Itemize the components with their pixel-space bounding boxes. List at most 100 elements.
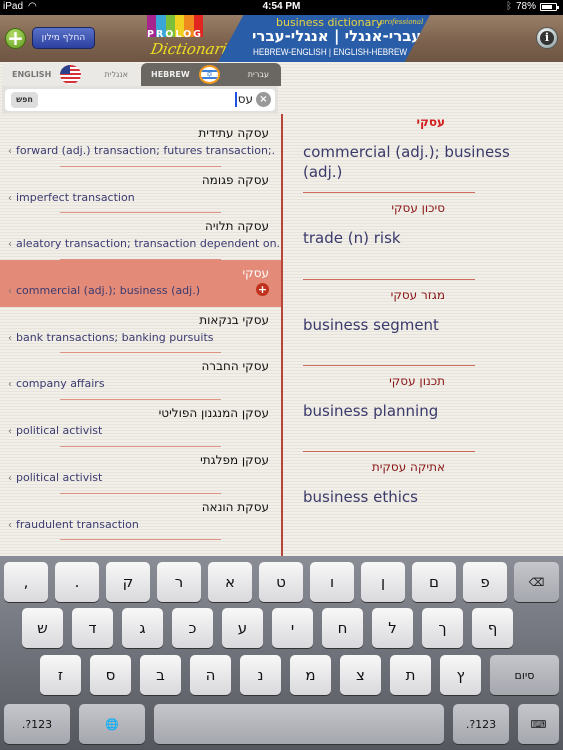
key[interactable]: ק — [106, 562, 150, 602]
logo-prolog-text: PROLOG — [147, 29, 203, 40]
key[interactable]: ג — [122, 608, 163, 648]
result-row[interactable]: עסקה עתידית ‹ forward (adj.) transaction; … — [0, 120, 281, 167]
info-button[interactable]: i — [536, 27, 558, 49]
result-row[interactable]: עסקי ‹ commercial (adj.); business (adj.) + — [0, 260, 281, 307]
key[interactable]: ו — [310, 562, 354, 602]
key[interactable]: ת — [390, 655, 431, 695]
key[interactable]: נ — [240, 655, 281, 695]
result-hebrew: עסקה פגומה — [201, 172, 269, 187]
chevron-left-icon: ‹ — [8, 239, 12, 251]
key[interactable]: ט — [259, 562, 303, 602]
key[interactable]: פ — [463, 562, 507, 602]
result-hebrew: עסקה תלויה — [205, 219, 269, 234]
banner-hebrew-title: עברי-אנגלי | אנגלי-עברי — [252, 27, 422, 45]
switch-dictionary-button[interactable]: החלף מילון — [32, 27, 95, 49]
result-row[interactable]: עסקת הונאה ‹ fraudulent transaction — [0, 494, 281, 541]
banner-english-title: HEBREW-ENGLISH | ENGLISH-HEBREW — [253, 47, 408, 57]
key[interactable]: ר — [157, 562, 201, 602]
detail-entry: אתיקה עסקית business ethics — [285, 452, 563, 538]
result-hebrew: עסקת הונאה — [201, 499, 269, 514]
result-row[interactable]: עסקן המנגנון הפוליטי ‹ political activist — [0, 400, 281, 447]
key[interactable]: א — [208, 562, 252, 602]
app-header: + החלף מילון PROLOG Dictionaries busines… — [0, 15, 563, 62]
chevron-left-icon: ‹ — [8, 379, 12, 391]
result-english-wrap: ‹ aleatory transaction; transaction depen… — [8, 237, 281, 250]
detail-entry: מגזר עסקי business segment — [285, 280, 563, 366]
key[interactable]: ש — [22, 608, 63, 648]
search-button[interactable]: חפש — [11, 92, 38, 108]
result-english-wrap: ‹ imperfect transaction — [8, 191, 281, 204]
key[interactable]: ע — [222, 608, 263, 648]
key[interactable]: כ — [172, 608, 213, 648]
key[interactable]: צ — [340, 655, 381, 695]
result-english: political activist — [16, 424, 103, 438]
row-separator — [60, 539, 221, 541]
status-bar: iPad ◠ 4:54 PM ᛒ 78% — [0, 0, 563, 15]
space-key[interactable] — [154, 704, 444, 744]
numbers-key-left[interactable]: .?123 — [4, 704, 70, 744]
info-icon: i — [540, 31, 554, 45]
chevron-left-icon: ‹ — [8, 146, 12, 157]
tab-english-label: ENGLISH — [12, 70, 52, 79]
key[interactable]: ם — [412, 562, 456, 602]
tab-english[interactable]: ENGLISH אנגלית — [2, 63, 140, 86]
clock: 4:54 PM — [262, 1, 301, 12]
done-key[interactable]: סיום — [490, 655, 559, 695]
key[interactable]: ף — [472, 608, 513, 648]
result-row[interactable]: עסקי החברה ‹ company affairs — [0, 353, 281, 401]
result-row[interactable]: עסקה תלויה ‹ aleatory transaction; transac… — [0, 213, 281, 261]
result-hebrew: עסקן מפלגתי — [200, 452, 269, 467]
key[interactable]: ז — [40, 655, 81, 695]
key[interactable]: ח — [322, 608, 363, 648]
result-english-wrap: ‹ commercial (adj.); business (adj.) — [8, 284, 281, 297]
detail-definition: commercial (adj.); business (adj.) — [303, 143, 510, 181]
result-english-wrap: ‹ political activist — [8, 424, 281, 437]
key[interactable]: ך — [422, 608, 463, 648]
chevron-left-icon: ‹ — [8, 192, 12, 204]
result-hebrew: עסקי בנקאות — [199, 312, 269, 327]
key[interactable]: מ — [290, 655, 331, 695]
detail-entry: סיכון עסקי trade (n) risk — [285, 193, 563, 280]
key[interactable]: ס — [90, 655, 131, 695]
chevron-left-icon: ‹ — [8, 286, 12, 298]
key[interactable]: ל — [372, 608, 413, 648]
detail-definition: business ethics — [303, 488, 418, 507]
backspace-key[interactable]: ⌫ — [514, 562, 559, 602]
key[interactable]: ה — [190, 655, 231, 695]
onscreen-keyboard: ,. ק ר א ט ו ן ם פ ⌫ ש ד ג כ ע י ח ל ך ף ז ס ב ה נ מ צ ת ץ סיום .?123 🌐… — [0, 556, 563, 750]
add-favorite-icon[interactable]: + — [256, 283, 269, 297]
detail-definition: business segment — [303, 315, 439, 334]
key[interactable]: י — [272, 608, 313, 648]
key[interactable]: ץ — [440, 655, 481, 695]
key[interactable]: ב — [140, 655, 181, 695]
detail-term: עסקי — [416, 115, 445, 129]
add-button[interactable]: + — [5, 28, 26, 49]
hide-keyboard-key[interactable]: ⌨ — [518, 704, 559, 744]
detail-pane: עסקי commercial (adj.); business (adj.) סי… — [285, 107, 563, 538]
key[interactable]: , — [4, 562, 48, 602]
result-hebrew: עסקי החברה — [201, 359, 269, 374]
key[interactable]: ן — [361, 562, 405, 602]
banner-edition: professional — [380, 18, 424, 26]
numbers-key-right[interactable]: .?123 — [453, 704, 509, 744]
key[interactable]: ד — [72, 608, 113, 648]
chevron-left-icon: ‹ — [8, 426, 12, 438]
results-pane: ENGLISH אנגלית HEBREW ✡ עברית חפש עס × ע… — [0, 62, 281, 556]
result-english-wrap: ‹ forward (adj.) transaction; futures tra… — [8, 144, 281, 157]
result-row[interactable]: עסקן מפלגתי ‹ political activist — [0, 447, 281, 494]
battery-percent: 78% — [515, 1, 536, 12]
result-english-wrap: ‹ fraudulent transaction — [8, 518, 281, 531]
result-row[interactable]: עסקי בנקאות ‹ bank transactions; banking p… — [0, 307, 281, 354]
result-row[interactable]: עסקה פגומה ‹ imperfect transaction — [0, 167, 281, 214]
search-input[interactable]: חפש עס × — [5, 89, 275, 111]
tab-hebrew[interactable]: HEBREW ✡ עברית — [141, 63, 281, 86]
prolog-logo: PROLOG Dictionaries — [147, 15, 245, 62]
detail-term: סיכון עסקי — [391, 201, 445, 216]
clear-search-icon[interactable]: × — [256, 92, 271, 107]
us-flag-icon — [60, 65, 81, 84]
key[interactable]: . — [55, 562, 99, 602]
tab-hebrew-label: HEBREW — [151, 70, 190, 79]
globe-key[interactable]: 🌐 — [79, 704, 145, 744]
search-value: עס — [234, 92, 253, 107]
detail-entry: עסקי commercial (adj.); business (adj.) — [285, 107, 563, 194]
